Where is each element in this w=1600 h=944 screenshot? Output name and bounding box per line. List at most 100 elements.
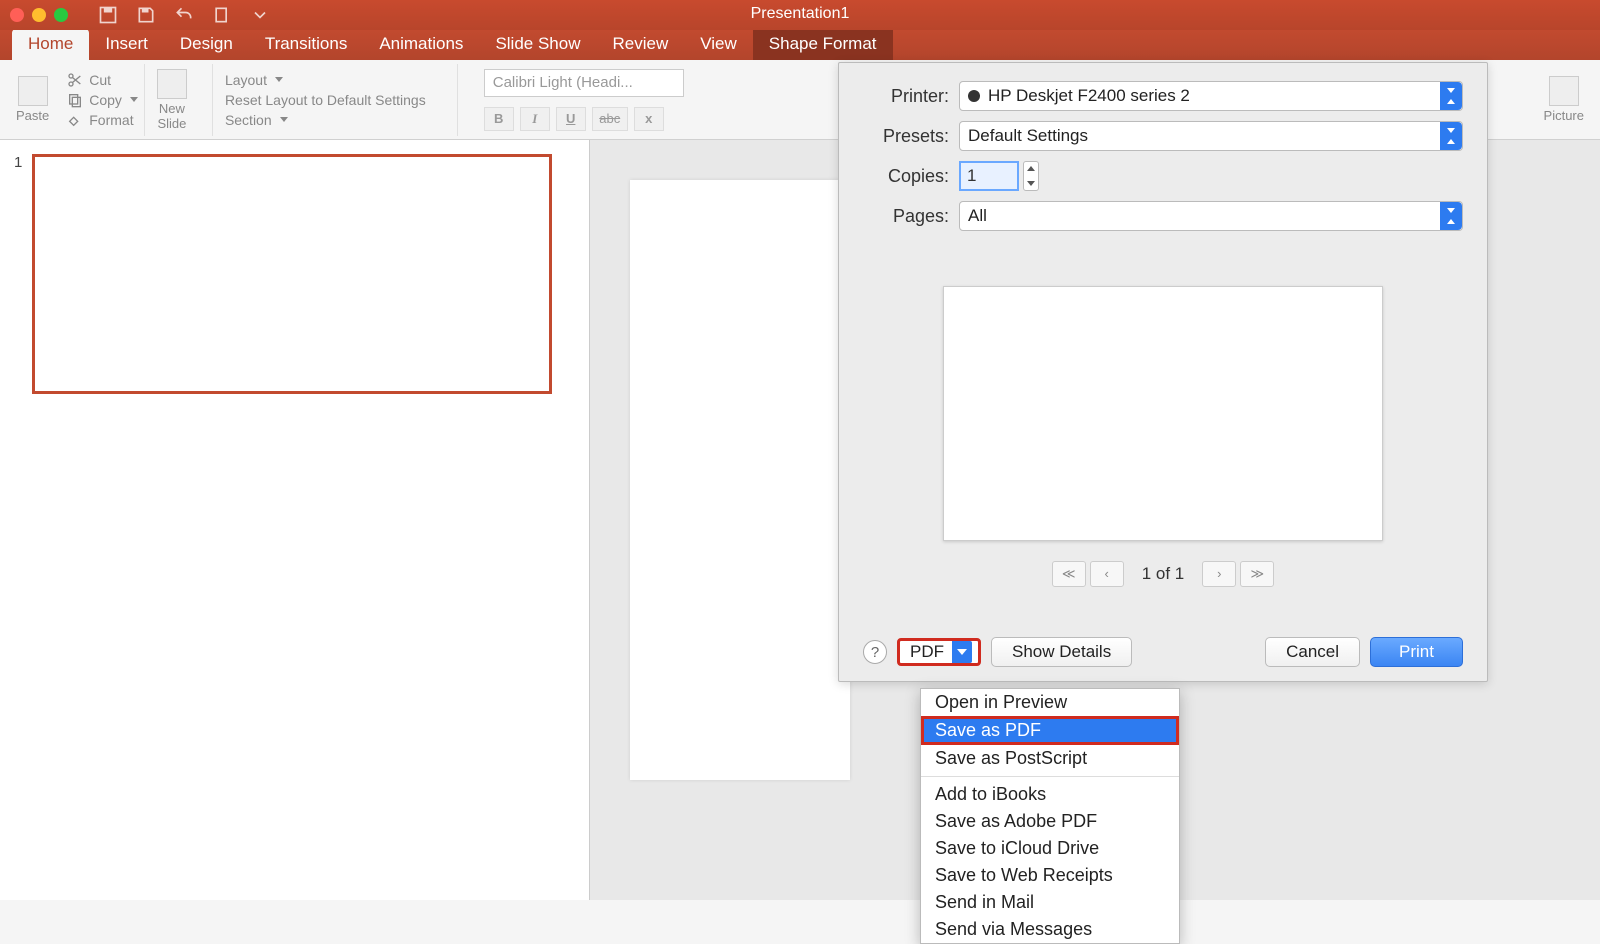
menu-add-to-ibooks[interactable]: Add to iBooks [921,781,1179,808]
new-slide-icon [157,69,187,99]
chevron-down-icon [952,641,972,663]
paste-button[interactable]: Paste [10,76,55,123]
chevron-down-icon [130,97,138,102]
scissors-icon [67,72,83,88]
tab-design[interactable]: Design [164,29,249,60]
redo-icon[interactable] [212,5,232,25]
presets-label: Presets: [863,126,949,147]
dropdown-caret-icon [1440,122,1462,150]
copies-label: Copies: [863,166,949,187]
clear-format-button[interactable]: x [634,107,664,131]
group-separator [438,64,458,136]
tab-view[interactable]: View [684,29,753,60]
format-painter-button[interactable]: Format [67,112,138,128]
presets-value: Default Settings [968,126,1088,146]
pages-label: Pages: [863,206,949,227]
reset-layout-label: Reset Layout to Default Settings [225,92,426,108]
page-indicator: 1 of 1 [1142,564,1185,584]
menu-save-as-postscript[interactable]: Save as PostScript [921,745,1179,772]
section-button[interactable]: Section [225,112,426,128]
save-icon[interactable] [136,5,156,25]
copy-icon [67,92,83,108]
menu-send-via-messages[interactable]: Send via Messages [921,916,1179,943]
copy-label: Copy [89,92,122,108]
font-name-select[interactable]: Calibri Light (Headi... [484,69,684,97]
menu-save-as-pdf[interactable]: Save as PDF [921,716,1179,745]
slide-thumbnail-panel: 1 [0,140,590,900]
show-details-button[interactable]: Show Details [991,637,1132,667]
print-preview-page [943,286,1383,541]
menu-save-to-web-receipts[interactable]: Save to Web Receipts [921,862,1179,889]
tab-slideshow[interactable]: Slide Show [479,29,596,60]
layout-label: Layout [225,72,267,88]
slide-thumbnail[interactable] [32,154,552,394]
picture-icon [1549,76,1579,106]
window-controls [10,8,68,22]
ribbon-tabs: Home Insert Design Transitions Animation… [0,30,1600,60]
tab-insert[interactable]: Insert [89,29,164,60]
tab-transitions[interactable]: Transitions [249,29,364,60]
bold-button[interactable]: B [484,107,514,131]
brush-icon [67,112,83,128]
menu-send-in-mail[interactable]: Send in Mail [921,889,1179,916]
undo-icon[interactable] [174,5,194,25]
presets-select[interactable]: Default Settings [959,121,1463,151]
last-page-button[interactable]: ≫ [1240,561,1274,587]
layout-button[interactable]: Layout [225,72,426,88]
pdf-dropdown-button[interactable]: PDF [897,638,981,666]
minimize-window-icon[interactable] [32,8,46,22]
menu-separator [921,776,1179,777]
pager-next-group: › ≫ [1202,561,1274,587]
close-window-icon[interactable] [10,8,24,22]
pdf-label: PDF [910,642,944,662]
cut-label: Cut [89,72,111,88]
cut-button[interactable]: Cut [67,72,138,88]
menu-save-to-icloud[interactable]: Save to iCloud Drive [921,835,1179,862]
slides-group: Layout Reset Layout to Default Settings … [219,64,432,136]
thumbnail-row[interactable]: 1 [14,154,575,394]
ribbon-right-group: Picture [1538,76,1590,123]
prev-page-button[interactable]: ‹ [1090,561,1124,587]
font-name-value: Calibri Light (Headi... [493,74,633,91]
print-preview-area: ≪ ‹ 1 of 1 › ≫ [863,251,1463,621]
cancel-button[interactable]: Cancel [1265,637,1360,667]
preview-pager: ≪ ‹ 1 of 1 › ≫ [1052,561,1275,587]
printer-select[interactable]: HP Deskjet F2400 series 2 [959,81,1463,111]
tab-home[interactable]: Home [12,29,89,60]
reset-layout-button[interactable]: Reset Layout to Default Settings [225,92,426,108]
pages-row: Pages: All [863,201,1463,231]
pdf-dropdown-menu: Open in Preview Save as PDF Save as Post… [920,688,1180,944]
chevron-down-icon [275,77,283,82]
picture-button[interactable]: Picture [1538,76,1590,123]
italic-button[interactable]: I [520,107,550,131]
help-button[interactable]: ? [863,640,887,664]
font-group: Calibri Light (Headi... B I U abc x [464,64,690,136]
font-format-row: B I U abc x [484,107,684,131]
copies-input[interactable] [959,161,1019,191]
tab-animations[interactable]: Animations [363,29,479,60]
slide-number: 1 [14,154,22,394]
chevron-down-icon [280,117,288,122]
strikethrough-button[interactable]: abc [592,107,628,131]
first-page-button[interactable]: ≪ [1052,561,1086,587]
tab-shape-format[interactable]: Shape Format [753,29,893,60]
paste-icon [18,76,48,106]
print-dialog-footer: ? PDF Show Details Cancel Print [863,637,1463,667]
pages-select[interactable]: All [959,201,1463,231]
maximize-window-icon[interactable] [54,8,68,22]
printer-status-icon [968,90,980,102]
menu-open-in-preview[interactable]: Open in Preview [921,689,1179,716]
slide-canvas[interactable] [630,180,850,780]
underline-button[interactable]: U [556,107,586,131]
new-slide-button[interactable]: New Slide [151,69,193,131]
print-button[interactable]: Print [1370,637,1463,667]
qat-customize-icon[interactable] [250,5,270,25]
copy-button[interactable]: Copy [67,92,138,108]
menu-save-as-adobe-pdf[interactable]: Save as Adobe PDF [921,808,1179,835]
printer-row: Printer: HP Deskjet F2400 series 2 [863,81,1463,111]
copies-stepper[interactable] [1023,161,1039,191]
next-page-button[interactable]: › [1202,561,1236,587]
quick-access-toolbar [98,5,270,25]
tab-review[interactable]: Review [597,29,685,60]
autosave-icon[interactable] [98,5,118,25]
